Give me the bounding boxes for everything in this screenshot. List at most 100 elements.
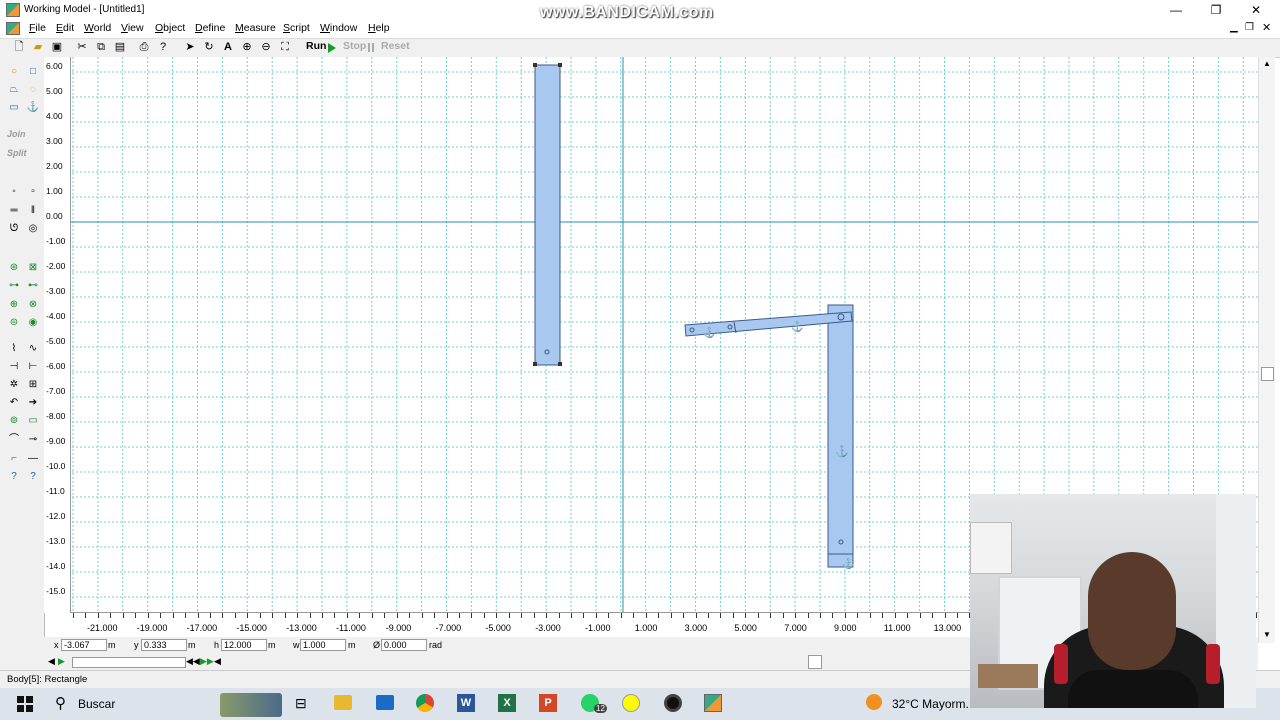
weather-text[interactable]: 32°C Mayorm... [892,697,975,711]
vertical-scrollbar[interactable]: ▲ ▼ [1258,57,1275,643]
minimize-button[interactable]: — [1156,0,1196,20]
rotate-tool-icon[interactable]: ↻ [202,41,216,54]
rewind-icon[interactable]: ◀ [48,656,55,667]
vertical-slot-tool-icon[interactable]: ‖ [26,205,40,217]
rod-tool-icon[interactable]: ⌐ [7,453,21,465]
selection-handle[interactable] [558,362,562,366]
windows-start-icon[interactable] [17,696,33,712]
close-button[interactable]: ✕ [1236,0,1276,20]
body-rectangle-left[interactable] [534,64,561,366]
anchor-icon[interactable]: ⚓ [703,326,715,339]
curved-body-tool-icon[interactable]: ◌ [26,84,40,96]
paste-icon[interactable]: ▤ [113,41,127,54]
vertical-slot-joint-icon[interactable]: ⊕ [7,299,21,311]
rectangle-tool-icon[interactable]: □ [26,66,40,78]
w-field[interactable]: 1.000 [300,639,346,651]
word-icon[interactable]: W [457,694,475,712]
mdi-minimize-icon[interactable]: ▁ [1230,22,1238,33]
spring-tool-icon[interactable]: ⌇ [7,343,21,355]
x-field[interactable]: -3.067 [61,639,107,651]
step-back-icon[interactable]: ◀◀ [186,656,200,667]
closed-slot-tool-icon[interactable]: ◎ [26,223,40,235]
print-icon[interactable]: ⎙ [137,41,151,54]
help-query-tool-icon[interactable]: ? [26,471,40,483]
powerpoint-icon[interactable]: P [539,694,557,712]
bandicam-record-icon[interactable] [664,694,682,712]
square-tool-icon[interactable]: ▭ [7,102,21,114]
menu-measure[interactable]: Measure [235,22,276,34]
stop-button[interactable]: Stop [343,40,366,52]
task-view-icon[interactable]: ⊟ [295,695,307,712]
search-icon[interactable]: ⚲ [55,694,66,712]
menu-object[interactable]: Object [155,22,185,34]
scroll-down-icon[interactable]: ▼ [1263,630,1271,639]
menu-world[interactable]: World [84,22,111,34]
force-tool-icon[interactable]: ➔ [26,397,40,409]
y-field[interactable]: 0.333 [141,639,187,651]
menu-edit[interactable]: Edit [56,22,74,34]
menu-view[interactable]: View [121,22,144,34]
selection-handle[interactable] [533,362,537,366]
working-model-taskbar-icon[interactable] [704,694,722,712]
anchor-tool-icon[interactable]: ⚓ [26,102,40,114]
rotation-field[interactable]: 0.000 [381,639,427,651]
zoom-out-icon[interactable]: ⊖ [259,41,273,54]
chrome-icon[interactable] [416,694,434,712]
anchor-icon[interactable]: ⚓ [842,557,854,570]
file-explorer-icon[interactable] [334,695,352,710]
separator-tool-icon[interactable]: ⊸ [26,434,40,446]
slot-tool-icon[interactable]: ═ [7,205,21,217]
split-button[interactable]: Split [7,148,27,158]
play-icon[interactable]: ▶ [58,656,65,667]
taskbar-search[interactable]: Buscar [78,697,115,711]
query-tool-icon[interactable]: ? [7,471,21,483]
body-rectangle-right[interactable] [827,304,854,568]
horizontal-scroll-thumb[interactable] [808,655,822,669]
new-file-icon[interactable]: 🗋 [12,41,26,54]
save-icon[interactable]: ▣ [50,41,64,54]
anchor-icon[interactable]: ⚓ [791,320,803,333]
motor-tool-icon[interactable]: ⊚ [7,415,21,427]
snapchat-icon[interactable] [622,694,640,712]
run-button[interactable]: Run [306,40,326,52]
selection-handle[interactable] [558,63,562,67]
menu-file[interactable]: File [29,22,46,34]
copy-icon[interactable]: ⧉ [94,41,108,54]
excel-icon[interactable]: X [498,694,516,712]
maximize-button[interactable]: ❐ [1196,0,1236,20]
curved-slot-joint-icon[interactable]: ⊜ [7,317,21,329]
scrollbar-thumb[interactable] [1261,367,1274,381]
slot-joint-icon[interactable]: ⊶ [7,280,21,292]
point-tool-icon[interactable]: ◦ [7,186,21,198]
rope-tool-icon[interactable]: ⌒ [7,434,21,446]
rotational-damper-tool-icon[interactable]: ⊢ [26,361,40,373]
torque-tool-icon[interactable]: ↶ [7,397,21,409]
doc-icon[interactable] [6,22,20,35]
damper-tool-icon[interactable]: ⊣ [7,361,21,373]
circle-tool-icon[interactable]: ○ [7,66,21,78]
rigid-joint-icon[interactable]: ⊠ [26,262,40,274]
anchor-icon[interactable]: ⚓ [835,445,849,458]
zoom-fit-icon[interactable]: ⛶ [278,41,292,54]
app-icon[interactable] [6,3,20,17]
mdi-restore-icon[interactable]: ❐ [1245,22,1254,33]
curved-slot-tool-icon[interactable]: ᘎ [7,223,21,235]
scroll-up-icon[interactable]: ▲ [1263,59,1271,68]
reset-button[interactable]: Reset [381,40,410,52]
menu-define[interactable]: Define [195,22,225,34]
text-tool-icon[interactable]: A [221,41,235,54]
mail-icon[interactable] [376,695,394,710]
zoom-in-icon[interactable]: ⊕ [240,41,254,54]
keyed-slot-joint-icon[interactable]: ⊷ [26,280,40,292]
open-folder-icon[interactable]: ▰ [31,41,45,54]
spring-damper-tool-icon[interactable]: ∿ [26,343,40,355]
line-tool-icon[interactable]: — [26,453,40,465]
polygon-tool-icon[interactable]: ⏢ [7,84,21,96]
actuator-tool-icon[interactable]: ▭ [26,415,40,427]
weather-icon[interactable] [866,694,882,710]
square-point-tool-icon[interactable]: ▫ [26,186,40,198]
menu-script[interactable]: Script [283,22,310,34]
gear-tool-icon[interactable]: ✲ [7,379,21,391]
closed-slot-joint-icon[interactable]: ◉ [26,317,40,329]
pin-joint-icon[interactable]: ⊛ [7,262,21,274]
